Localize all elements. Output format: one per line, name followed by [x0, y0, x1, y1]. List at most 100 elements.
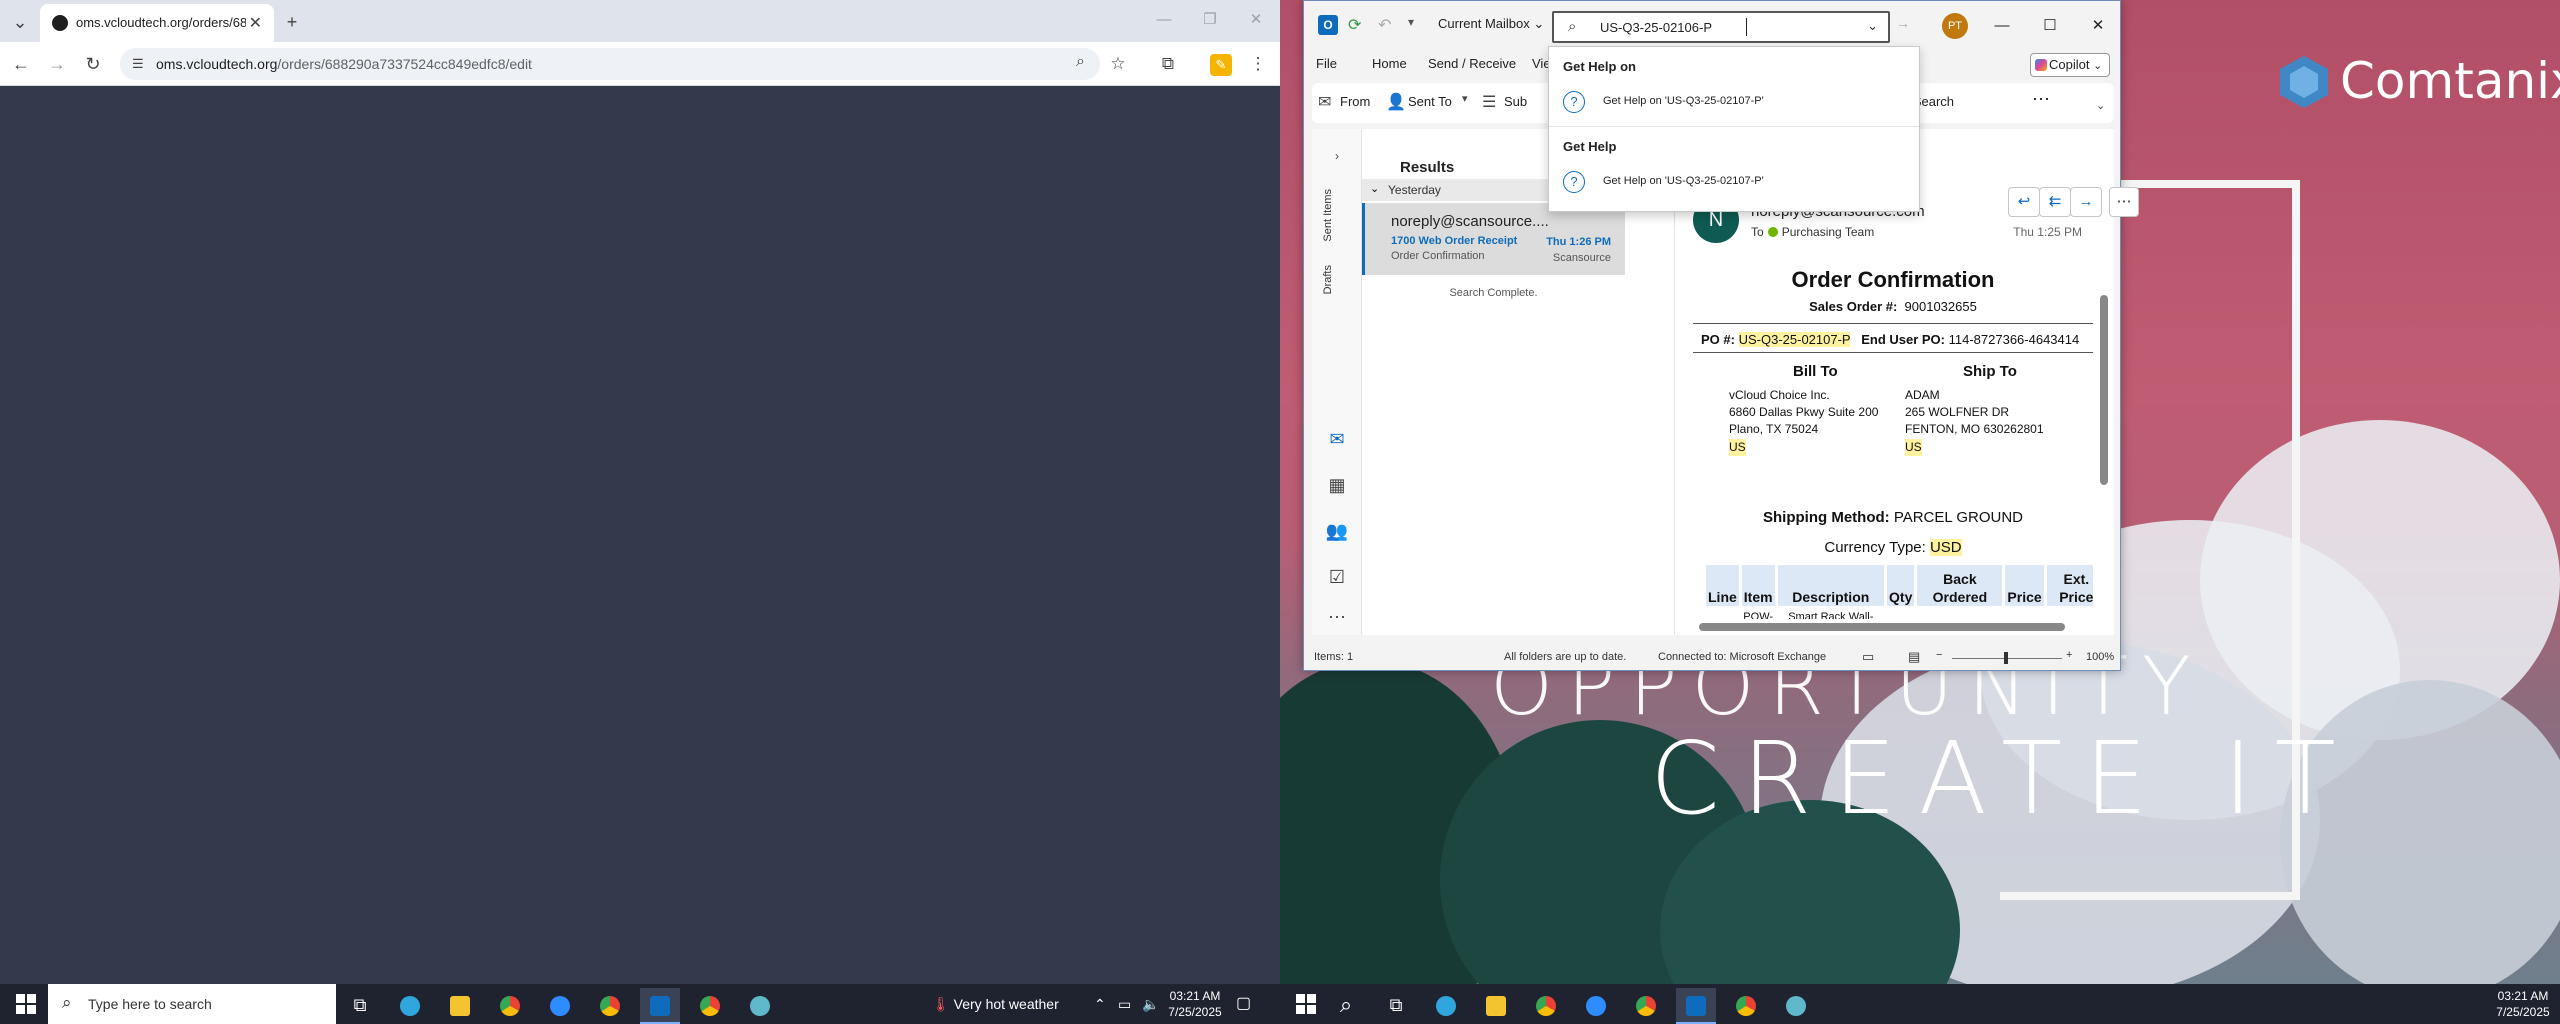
account-avatar[interactable]: PT [1942, 13, 1968, 39]
scroll-thumb[interactable] [2100, 295, 2108, 485]
extension-badge-icon[interactable]: ✎ [1210, 54, 1232, 76]
task-view-icon[interactable]: ⧉ [1376, 988, 1416, 1024]
reading-view-icon[interactable]: ▤ [1908, 649, 1920, 665]
taskbar-clock-left[interactable]: 03:21 AM 7/25/2025 [1164, 988, 1226, 1020]
search-submit-arrow-icon[interactable]: → [1896, 15, 1910, 31]
close-window-icon[interactable]: ✕ [2080, 11, 2116, 41]
mailbox-scope-dropdown[interactable]: Current Mailbox ⌄ [1438, 16, 1544, 32]
reading-vertical-scrollbar[interactable] [2100, 285, 2108, 625]
taskbar-search-box[interactable]: ⌕ Type here to search [48, 984, 336, 1024]
minimize-icon[interactable]: — [1144, 4, 1184, 36]
more-actions-button[interactable]: ⋯ [2109, 187, 2139, 217]
outlook-taskbar-icon[interactable] [1676, 988, 1716, 1024]
chrome-icon-2[interactable] [1626, 988, 1666, 1024]
chrome-icon-3[interactable] [1726, 988, 1766, 1024]
chrome-icon[interactable] [1526, 988, 1566, 1024]
copilot-button[interactable]: Copilot ⌄ [2030, 53, 2110, 77]
undo-icon[interactable]: ↶ [1378, 15, 1391, 35]
help-question-icon: ? [1563, 171, 1585, 193]
mail-icon[interactable]: ✉ [1324, 429, 1350, 455]
chrome-menu-icon[interactable]: ⋮ [1244, 51, 1272, 79]
zoom-app-icon[interactable] [540, 988, 580, 1024]
col-line: Line [1703, 562, 1742, 609]
tasks-icon[interactable]: ☑ [1324, 567, 1350, 593]
bookmark-star-icon[interactable]: ☆ [1104, 51, 1132, 79]
zoom-magnifier-icon[interactable]: ⌕ [1076, 53, 1085, 71]
message-time: Thu 1:26 PM [1546, 236, 1611, 248]
maximize-icon[interactable]: ☐ [2032, 11, 2068, 41]
menu-home[interactable]: Home [1372, 56, 1407, 71]
bill-to-heading: Bill To [1793, 363, 1838, 380]
chrome-icon-3[interactable] [690, 988, 730, 1024]
bill-to-line: Plano, TX 75024 [1729, 422, 1819, 436]
windows-start-icon[interactable] [1294, 992, 1318, 1016]
expand-folders-chevron-icon[interactable]: › [1324, 149, 1350, 175]
restore-icon[interactable]: ❐ [1190, 4, 1230, 36]
ribbon-more-button[interactable]: ⋯ [2032, 89, 2050, 110]
taskbar-search-placeholder: Type here to search [88, 996, 212, 1012]
network-icon[interactable]: ▭ [1118, 984, 1131, 1024]
recipient-name[interactable]: Purchasing Team [1782, 225, 1875, 239]
tray-chevron-icon[interactable]: ⌃ [1094, 984, 1106, 1024]
minimize-icon[interactable]: — [1984, 11, 2020, 41]
tab-close-icon[interactable]: ✕ [249, 13, 262, 33]
back-arrow-icon[interactable]: ← [6, 49, 36, 79]
file-explorer-icon[interactable] [1476, 988, 1516, 1024]
search-options-chevron-icon[interactable]: ⌄ [1867, 18, 1878, 34]
nav-sent-items[interactable]: Sent Items [1322, 189, 1334, 242]
site-info-icon[interactable]: ☰ [132, 56, 144, 72]
cell-line [1705, 608, 1741, 620]
zoom-app-icon[interactable] [1576, 988, 1616, 1024]
remote-app-icon[interactable] [1776, 988, 1816, 1024]
forward-icon[interactable]: → [2070, 187, 2102, 217]
new-tab-plus-icon[interactable]: + [278, 8, 306, 36]
menu-file[interactable]: File [1316, 56, 1337, 71]
zoom-slider-thumb[interactable] [2004, 652, 2008, 664]
edge-icon[interactable] [1426, 988, 1466, 1024]
outlook-taskbar-icon[interactable] [640, 988, 680, 1024]
windows-start-icon[interactable] [14, 992, 38, 1016]
chrome-icon[interactable] [490, 988, 530, 1024]
edge-icon[interactable] [390, 988, 430, 1024]
chevron-down-icon[interactable]: ▾ [1462, 92, 1468, 105]
weather-widget[interactable]: 🌡 Very hot weather [932, 984, 1059, 1024]
reply-icon[interactable]: ↩ [2008, 187, 2040, 217]
collapse-ribbon-chevron-icon[interactable]: ⌄ [2096, 99, 2105, 112]
list-item[interactable]: noreply@scansource.... 1700 Web Order Re… [1362, 203, 1625, 275]
people-icon[interactable]: 👥 [1324, 521, 1350, 547]
subject-filter-button[interactable]: Sub [1504, 94, 1527, 109]
normal-view-icon[interactable]: ▭ [1862, 649, 1874, 665]
remote-app-icon[interactable] [740, 988, 780, 1024]
sync-refresh-icon[interactable]: ⟳ [1348, 15, 1361, 35]
file-explorer-icon[interactable] [440, 988, 480, 1024]
nav-more-button[interactable]: ⋯ [1324, 607, 1350, 633]
reply-all-icon[interactable]: ⇇ [2039, 187, 2071, 217]
volume-icon[interactable]: 🔈 [1142, 984, 1159, 1024]
from-filter-button[interactable]: From [1340, 94, 1370, 109]
zoom-out-icon[interactable]: − [1936, 649, 1942, 661]
dropdown-suggestion[interactable]: ? Get Help on 'US-Q3-25-02107-P' [1549, 85, 1919, 119]
outlook-search-input[interactable]: ⌕ US-Q3-25-02106-P ⌄ [1552, 11, 1890, 43]
menu-send-receive[interactable]: Send / Receive [1428, 56, 1516, 71]
reload-icon[interactable]: ↻ [78, 49, 108, 79]
browser-tab[interactable]: oms.vcloudtech.org/orders/688 ✕ [40, 4, 274, 42]
calendar-icon[interactable]: ▦ [1324, 475, 1350, 501]
reading-horizontal-scrollbar[interactable] [1685, 623, 2105, 631]
search-icon[interactable]: ⌕ [1326, 988, 1366, 1024]
extensions-puzzle-icon[interactable]: ⧉ [1154, 51, 1182, 79]
nav-drafts[interactable]: Drafts [1322, 265, 1334, 294]
scroll-thumb[interactable] [1699, 623, 2065, 631]
zoom-in-icon[interactable]: + [2066, 649, 2072, 661]
notifications-icon[interactable]: ▢ [1236, 984, 1251, 1024]
close-window-icon[interactable]: ✕ [1236, 4, 1276, 36]
tab-search-chevron-icon[interactable]: ⌄ [6, 8, 34, 36]
forward-arrow-icon[interactable]: → [42, 49, 72, 79]
address-bar[interactable]: ☰ oms.vcloudtech.org/orders/688290a73375… [120, 48, 1100, 80]
quick-access-chevron-icon[interactable]: ▾ [1408, 15, 1414, 29]
sent-to-filter-button[interactable]: Sent To [1408, 94, 1452, 109]
po-value: US-Q3-25-02107-P [1738, 332, 1851, 347]
chrome-icon-2[interactable] [590, 988, 630, 1024]
task-view-icon[interactable]: ⧉ [340, 988, 380, 1024]
dropdown-suggestion[interactable]: ? Get Help on 'US-Q3-25-02107-P' [1549, 165, 1919, 199]
taskbar-clock-right[interactable]: 03:21 AM 7/25/2025 [2492, 988, 2554, 1020]
